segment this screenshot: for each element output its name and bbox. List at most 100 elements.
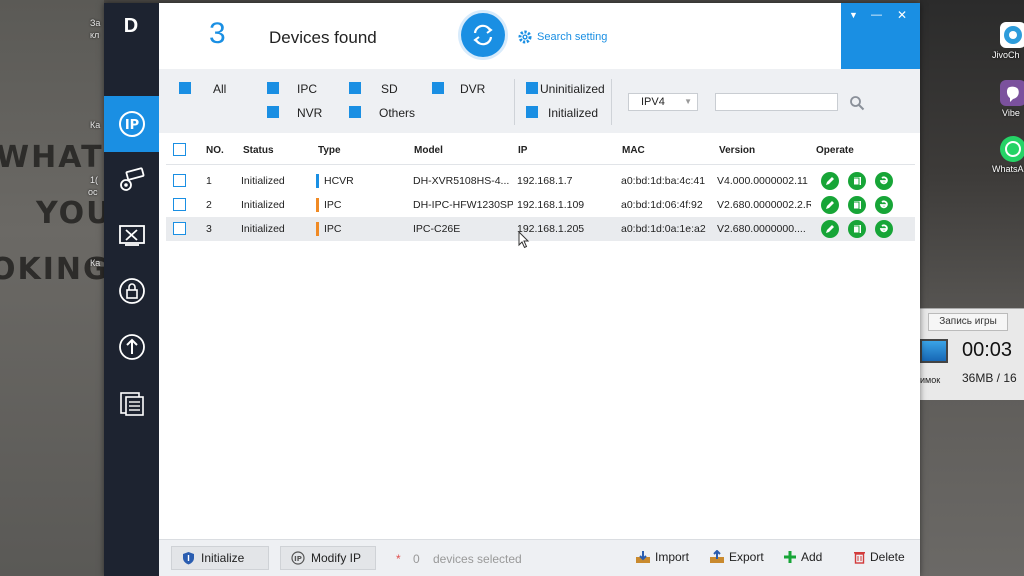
refresh-icon: [473, 24, 493, 46]
plus-icon: [784, 551, 796, 563]
whatsapp-icon[interactable]: [1000, 136, 1024, 162]
desktop-label[interactable]: За: [90, 18, 100, 28]
recorder-size: 36MB / 16: [962, 371, 1017, 385]
cell-model: IPC-C26E: [413, 223, 461, 235]
web-login-button[interactable]: [875, 172, 893, 190]
type-indicator: [316, 198, 319, 212]
config-tool-window: D IP 3 Devices found Search setting ▼ — …: [104, 3, 920, 576]
minimize-icon[interactable]: —: [871, 9, 882, 21]
row-checkbox[interactable]: [173, 198, 186, 211]
sidebar-item-system-settings[interactable]: [104, 151, 159, 207]
filter-dvr-checkbox[interactable]: DVR: [432, 82, 485, 96]
shield-icon: [183, 552, 194, 565]
sidebar-item-documents[interactable]: [104, 375, 159, 431]
ip-icon: IP: [118, 111, 145, 137]
ip-icon: IP: [291, 551, 305, 565]
cell-ip: 192.168.1.109: [517, 199, 585, 211]
type-indicator: [316, 222, 319, 236]
desktop-label[interactable]: Ка: [90, 120, 100, 130]
export-icon: [710, 550, 724, 563]
column-header-no: NO.: [206, 145, 224, 156]
details-button[interactable]: [848, 172, 866, 190]
filter-nvr-checkbox[interactable]: NVR: [267, 106, 322, 120]
pencil-icon: [826, 225, 834, 233]
column-header-mac: MAC: [622, 145, 645, 156]
modify-ip-button[interactable]: IP Modify IP: [280, 546, 376, 570]
add-button[interactable]: Add: [783, 550, 822, 564]
refresh-search-button[interactable]: [461, 13, 505, 57]
filter-sd-checkbox[interactable]: SD: [349, 82, 398, 96]
import-button[interactable]: Import: [635, 550, 689, 564]
jivochat-icon[interactable]: [1000, 22, 1024, 48]
edit-button[interactable]: [821, 196, 839, 214]
document-detail-icon: [852, 201, 861, 210]
footer-toolbar: Initialize IP Modify IP * 0 devices sele…: [159, 539, 920, 576]
menu-dropdown-icon[interactable]: ▼: [849, 9, 858, 21]
ip-version-select[interactable]: IPV4 ▼: [628, 93, 698, 111]
close-icon[interactable]: ✕: [897, 9, 907, 21]
divider: [611, 79, 612, 125]
chevron-down-icon: ▼: [684, 97, 692, 106]
cell-version: V2.680.0000002.2.R: [717, 199, 811, 211]
checkbox-checked-icon: [267, 82, 279, 94]
desktop-background-left: WHAT YOU OKING За кл Ка 1( ос Ка: [0, 0, 104, 576]
search-setting-label: Search setting: [537, 31, 608, 43]
row-checkbox[interactable]: [173, 222, 186, 235]
filter-all-checkbox[interactable]: All: [179, 82, 226, 96]
cell-type: IPC: [324, 199, 342, 211]
desktop-label[interactable]: 1(: [90, 175, 98, 185]
desktop-label[interactable]: кл: [90, 30, 99, 40]
column-header-model: Model: [414, 145, 443, 156]
details-button[interactable]: [848, 220, 866, 238]
initialize-button[interactable]: Initialize: [171, 546, 269, 570]
table-row[interactable]: 2 Initialized IPC DH-IPC-HFW1230SP 192.1…: [166, 193, 915, 217]
checkbox-checked-icon: [267, 106, 279, 118]
search-icon[interactable]: [849, 95, 865, 111]
row-checkbox[interactable]: [173, 174, 186, 187]
app-logo: D: [123, 15, 139, 37]
window-controls: ▼ — ✕: [841, 3, 920, 69]
header: 3 Devices found Search setting ▼ — ✕: [159, 3, 920, 69]
filter-others-checkbox[interactable]: Others: [349, 106, 415, 120]
game-recorder-panel: Запись игры имок 00:03 36MB / 16: [920, 308, 1024, 400]
edit-button[interactable]: [821, 220, 839, 238]
search-setting-link[interactable]: Search setting: [517, 29, 607, 45]
export-button[interactable]: Export: [709, 550, 764, 564]
cell-mac: a0:bd:1d:0a:1e:a2: [621, 223, 706, 235]
desktop-icon-label: WhatsA: [992, 164, 1024, 174]
web-login-button[interactable]: [875, 196, 893, 214]
cell-mac: a0:bd:1d:06:4f:92: [621, 199, 703, 211]
recorder-tab[interactable]: Запись игры: [928, 313, 1008, 331]
recorder-caption: имок: [920, 375, 941, 385]
lock-icon: [118, 278, 145, 304]
web-login-button[interactable]: [875, 220, 893, 238]
table-row[interactable]: 1 Initialized HCVR DH-XVR5108HS-4... 192…: [166, 169, 915, 193]
details-button[interactable]: [848, 196, 866, 214]
sidebar-item-tools[interactable]: [104, 207, 159, 263]
edit-button[interactable]: [821, 172, 839, 190]
cell-model: DH-IPC-HFW1230SP: [413, 199, 513, 211]
svg-text:IP: IP: [124, 118, 138, 133]
filter-uninitialized-checkbox[interactable]: Uninitialized: [526, 82, 605, 96]
filter-initialized-checkbox[interactable]: Initialized: [526, 106, 598, 120]
search-input[interactable]: [715, 93, 838, 111]
desktop-label[interactable]: ос: [88, 187, 98, 197]
mouse-cursor-icon: [518, 231, 530, 249]
recorder-time: 00:03: [962, 339, 1013, 361]
sidebar-item-upgrade[interactable]: [104, 319, 159, 375]
select-all-checkbox[interactable]: [173, 143, 186, 156]
cell-type: HCVR: [324, 175, 354, 187]
viber-icon[interactable]: [1000, 80, 1024, 106]
sidebar-item-password-reset[interactable]: [104, 263, 159, 319]
sidebar-item-modify-ip[interactable]: IP: [104, 96, 159, 152]
delete-button[interactable]: Delete: [853, 550, 905, 564]
checkbox-checked-icon: [526, 106, 538, 118]
table-row[interactable]: 3 Initialized IPC IPC-C26E 192.168.1.205…: [166, 217, 915, 241]
desktop-label[interactable]: Ка: [90, 258, 100, 268]
table-header: NO. Status Type Model IP MAC Version Ope…: [166, 135, 915, 165]
tools-icon: [118, 225, 145, 246]
filter-ipc-checkbox[interactable]: IPC: [267, 82, 317, 96]
cell-model: DH-XVR5108HS-4...: [413, 175, 510, 187]
wall-text: OKING: [0, 252, 104, 287]
document-detail-icon: [852, 177, 861, 186]
